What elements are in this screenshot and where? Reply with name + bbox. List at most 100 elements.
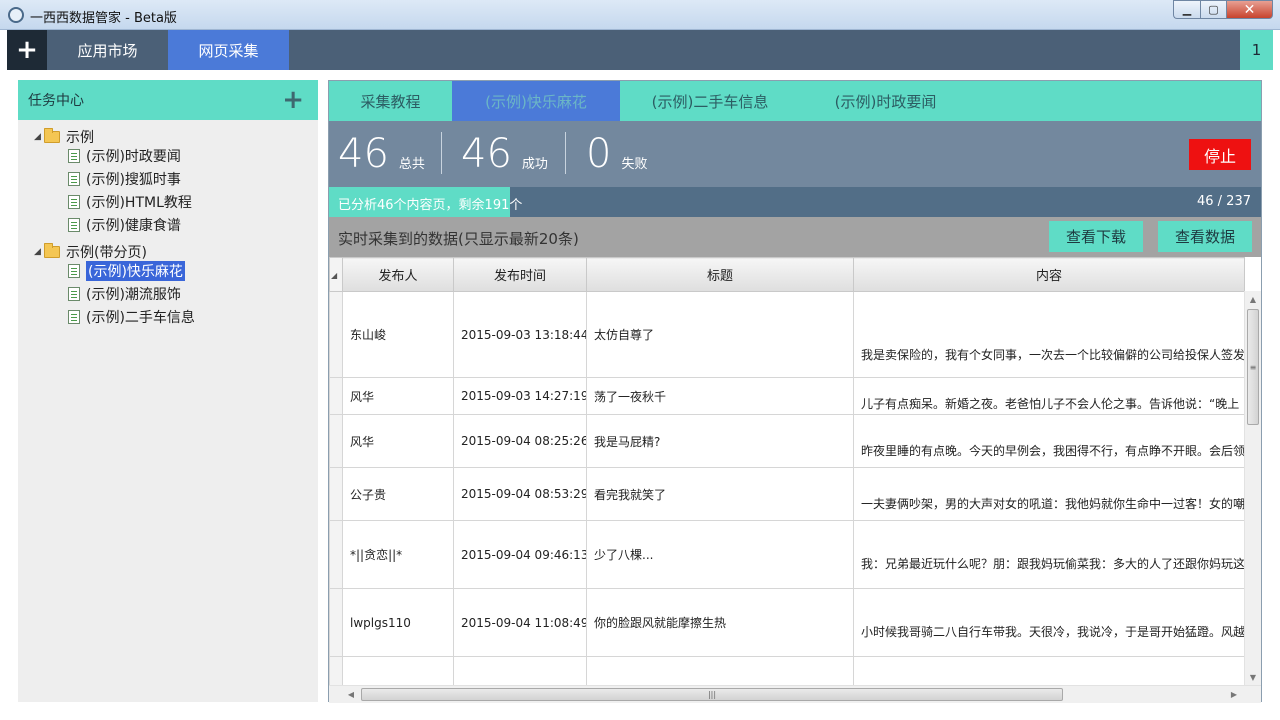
task-doc-icon bbox=[68, 218, 80, 232]
collapse-arrow-icon[interactable]: ◢ bbox=[34, 247, 44, 257]
cell-author[interactable]: 风华 bbox=[342, 414, 454, 468]
tree-item[interactable]: (示例)潮流服饰 bbox=[68, 284, 181, 304]
view-data-button[interactable]: 查看数据 bbox=[1158, 221, 1252, 252]
cell-content[interactable]: 我：兄弟最近玩什么呢？朋：跟我妈玩偷菜我：多大的人了还跟你妈玩这 bbox=[853, 520, 1245, 589]
task-doc-icon bbox=[68, 195, 80, 209]
tab-tutorial[interactable]: 采集教程 bbox=[329, 81, 452, 121]
scroll-down-arrow-icon[interactable]: ▼ bbox=[1245, 669, 1261, 685]
stop-button[interactable]: 停止 bbox=[1189, 139, 1251, 170]
cell-title[interactable]: 荡了一夜秋千 bbox=[586, 377, 854, 415]
cell-time[interactable]: 2015-09-03 14:27:19 bbox=[453, 377, 587, 415]
tree-item[interactable]: (示例)HTML教程 bbox=[68, 192, 192, 212]
sort-corner-icon: ◢ bbox=[331, 271, 338, 280]
cell-time[interactable]: 2015-09-03 13:18:44 bbox=[453, 291, 587, 378]
cell-content[interactable]: 儿子有点痴呆。新婚之夜。老爸怕儿子不会人伦之事。告诉他说：“晚上 bbox=[853, 377, 1245, 415]
stat-divider bbox=[441, 132, 442, 174]
cell-content[interactable]: 我是卖保险的，我有个女同事，一次去一个比较偏僻的公司给投保人签发 bbox=[853, 291, 1245, 378]
add-app-button[interactable]: + bbox=[7, 30, 47, 70]
stat-total-label: 总共 bbox=[398, 156, 425, 172]
stats-bar: 46 总共 46 成功 0 失败 停止 bbox=[329, 121, 1261, 187]
cell-title[interactable]: 看完我就笑了 bbox=[586, 467, 854, 521]
cell-time[interactable]: 2015-09-04 11:08:49 bbox=[453, 588, 587, 657]
cell-time[interactable]: 2015-09-04 09:46:13 bbox=[453, 520, 587, 589]
table-row[interactable]: 风华 2015-09-03 14:27:19 荡了一夜秋千 儿子有点痴呆。新婚之… bbox=[329, 377, 1245, 415]
window-title: 一西西数据管家 - Beta版 bbox=[30, 11, 177, 26]
column-header-content[interactable]: 内容 bbox=[853, 257, 1245, 292]
view-download-button[interactable]: 查看下载 bbox=[1049, 221, 1143, 252]
close-button[interactable]: ✕ bbox=[1226, 0, 1273, 19]
table-row[interactable]: 东山峻 2015-09-03 13:18:44 太仿自尊了 我是卖保险的，我有个… bbox=[329, 291, 1245, 378]
task-doc-icon bbox=[68, 264, 80, 278]
column-header-title[interactable]: 标题 bbox=[586, 257, 854, 292]
row-header[interactable] bbox=[329, 467, 343, 521]
folder-icon bbox=[44, 243, 60, 258]
cell-content[interactable]: 昨夜里睡的有点晚。今天的早例会，我困得不行，有点睁不开眼。会后领 bbox=[853, 414, 1245, 468]
row-header[interactable] bbox=[329, 414, 343, 468]
vertical-scroll-thumb[interactable]: ≡ bbox=[1247, 309, 1259, 425]
tree-item-label: (示例)二手车信息 bbox=[86, 310, 195, 326]
scroll-up-arrow-icon[interactable]: ▲ bbox=[1245, 291, 1261, 307]
scroll-left-arrow-icon[interactable]: ◀ bbox=[343, 686, 359, 703]
maximize-button[interactable]: ▢ bbox=[1200, 0, 1226, 19]
minimize-button[interactable]: ▁ bbox=[1173, 0, 1200, 19]
folder-icon bbox=[44, 128, 60, 143]
cell-author[interactable]: 公子贵 bbox=[342, 467, 454, 521]
collapse-arrow-icon[interactable]: ◢ bbox=[34, 132, 44, 142]
title-bar: 一西西数据管家 - Beta版 ▁ ▢ ✕ bbox=[0, 0, 1280, 30]
cell-content[interactable]: 小时候我哥骑二八自行车带我。天很冷，我说冷，于是哥开始猛蹬。风越 bbox=[853, 588, 1245, 657]
stat-failed-label: 失败 bbox=[621, 156, 648, 172]
table-header-row: ◢ 发布人 发布时间 标题 内容 bbox=[329, 257, 1245, 292]
nav-tab-web-scraping[interactable]: 网页采集 bbox=[168, 30, 289, 70]
column-header-author[interactable]: 发布人 bbox=[342, 257, 454, 292]
cell-title[interactable]: 你的脸跟风就能摩擦生热 bbox=[586, 588, 854, 657]
cell-time[interactable]: 2015-09-04 08:25:26 bbox=[453, 414, 587, 468]
cell-author[interactable]: 东山峻 bbox=[342, 291, 454, 378]
table-row[interactable]: lwplgs110 2015-09-04 11:08:49 你的脸跟风就能摩擦生… bbox=[329, 588, 1245, 657]
horizontal-scroll-thumb[interactable]: ||| bbox=[361, 688, 1063, 701]
row-header[interactable] bbox=[329, 377, 343, 415]
tab-happy-mahua[interactable]: (示例)快乐麻花 bbox=[452, 81, 620, 121]
stat-divider bbox=[565, 132, 566, 174]
cell-title[interactable]: 我是马屁精? bbox=[586, 414, 854, 468]
column-header-time[interactable]: 发布时间 bbox=[453, 257, 587, 292]
row-header[interactable] bbox=[329, 588, 343, 657]
cell-content[interactable]: 一夫妻俩吵架，男的大声对女的吼道：我他妈就你生命中一过客！女的嘲 bbox=[853, 467, 1245, 521]
task-doc-icon bbox=[68, 149, 80, 163]
tree-item[interactable]: (示例)健康食谱 bbox=[68, 215, 181, 235]
tree-group-label: 示例(带分页) bbox=[66, 245, 147, 261]
scroll-right-arrow-icon[interactable]: ▶ bbox=[1226, 686, 1242, 703]
row-header[interactable] bbox=[329, 520, 343, 589]
nav-tab-app-market[interactable]: 应用市场 bbox=[47, 30, 168, 70]
cell-author[interactable]: *||贪恋||* bbox=[342, 520, 454, 589]
tab-used-cars[interactable]: (示例)二手车信息 bbox=[620, 81, 800, 121]
cell-author[interactable]: 风华 bbox=[342, 377, 454, 415]
tree-group-examples[interactable]: ◢ 示例 bbox=[34, 127, 94, 147]
tree-item[interactable]: (示例)时政要闻 bbox=[68, 146, 181, 166]
row-header[interactable] bbox=[329, 291, 343, 378]
progress-bar: 已分析46个内容页，剩余191个 46 / 237 bbox=[329, 187, 1261, 217]
nav-count-badge[interactable]: 1 bbox=[1240, 30, 1273, 70]
tree-item-label: (示例)快乐麻花 bbox=[86, 261, 185, 281]
add-task-button[interactable]: + bbox=[282, 87, 304, 113]
cell-title[interactable]: 太仿自尊了 bbox=[586, 291, 854, 378]
vertical-scrollbar[interactable]: ▲ ≡ ▼ bbox=[1244, 291, 1261, 685]
tree-group-paginated[interactable]: ◢ 示例(带分页) bbox=[34, 242, 147, 262]
tab-political-news[interactable]: (示例)时政要闻 bbox=[800, 81, 971, 121]
horizontal-scrollbar[interactable]: ◀ ||| ▶ bbox=[329, 685, 1261, 703]
tree-item-label: (示例)潮流服饰 bbox=[86, 287, 181, 303]
tree-item[interactable]: (示例)搜狐时事 bbox=[68, 169, 181, 189]
data-section-title: 实时采集到的数据(只显示最新20条) bbox=[338, 230, 579, 248]
top-nav: + 应用市场 网页采集 1 bbox=[7, 30, 1273, 70]
table-row[interactable]: 风华 2015-09-04 08:25:26 我是马屁精? 昨夜里睡的有点晚。今… bbox=[329, 414, 1245, 468]
cell-title[interactable]: 少了八棵... bbox=[586, 520, 854, 589]
task-doc-icon bbox=[68, 310, 80, 324]
stat-failed-value: 0 bbox=[586, 131, 612, 177]
tree-item-selected[interactable]: (示例)快乐麻花 bbox=[68, 261, 185, 281]
tree-item[interactable]: (示例)二手车信息 bbox=[68, 307, 195, 327]
cell-time[interactable]: 2015-09-04 08:53:29 bbox=[453, 467, 587, 521]
cell-author[interactable]: lwplgs110 bbox=[342, 588, 454, 657]
table-row[interactable]: *||贪恋||* 2015-09-04 09:46:13 少了八棵... 我：兄… bbox=[329, 520, 1245, 589]
task-sidebar: 任务中心 + ◢ 示例 (示例)时政要闻 (示例)搜狐时事 (示例)HTML教程… bbox=[18, 80, 318, 702]
table-row[interactable]: 公子贵 2015-09-04 08:53:29 看完我就笑了 一夫妻俩吵架，男的… bbox=[329, 467, 1245, 521]
task-tabs: 采集教程 (示例)快乐麻花 (示例)二手车信息 (示例)时政要闻 bbox=[329, 81, 1261, 121]
